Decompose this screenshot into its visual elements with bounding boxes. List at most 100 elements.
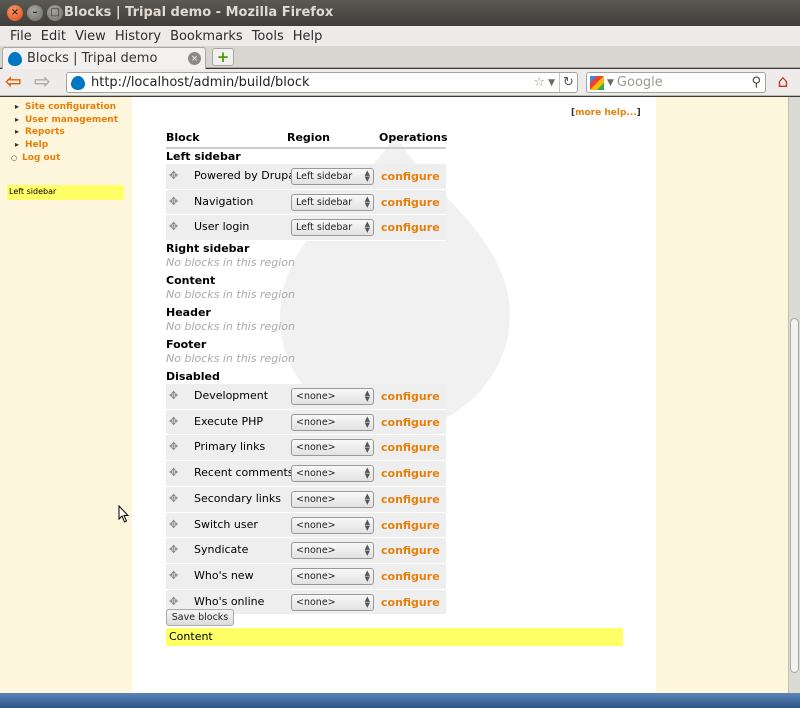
region-select[interactable]: <none> ▲ ▼ (291, 439, 374, 457)
region-select[interactable]: <none> ▲ ▼ (291, 413, 374, 431)
window-close-button[interactable]: × (7, 5, 23, 21)
url-input[interactable]: http://localhost/admin/build/block (91, 75, 533, 90)
spinner-arrows-icon: ▲ ▼ (364, 414, 370, 429)
region-title: Left sidebar (166, 150, 241, 163)
table-row: ✥ Secondary links <none> ▲ ▼ configure (166, 486, 446, 513)
tab-close-icon[interactable]: × (188, 52, 201, 65)
menu-edit[interactable]: Edit (37, 29, 70, 44)
menu-view[interactable]: View (71, 29, 110, 44)
region-select-value: <none> (296, 493, 336, 505)
configure-link[interactable]: configure (381, 493, 440, 506)
nav-help[interactable]: Help (15, 139, 118, 152)
configure-link[interactable]: configure (381, 170, 440, 183)
search-bar[interactable]: ▼ Google ⚲ (586, 72, 766, 93)
menu-tools[interactable]: Tools (248, 29, 288, 44)
region-select-value: <none> (296, 468, 336, 480)
region-title: Header (166, 306, 211, 320)
table-row: ✥ Navigation Left sidebar ▲ ▼ configure (166, 189, 446, 216)
configure-link[interactable]: configure (381, 221, 440, 234)
region-title: Content (166, 274, 216, 288)
drag-handle-icon[interactable]: ✥ (169, 169, 178, 182)
drag-handle-icon[interactable]: ✥ (169, 415, 178, 428)
block-name: Who's new (194, 568, 254, 582)
menu-help[interactable]: Help (289, 29, 327, 44)
reload-icon[interactable]: ↻ (559, 73, 577, 92)
search-engine-dropdown-icon[interactable]: ▼ (607, 78, 614, 88)
configure-link[interactable]: configure (381, 519, 440, 532)
region-select-value: <none> (296, 442, 336, 454)
configure-link[interactable]: configure (381, 196, 440, 209)
header-region: Region (287, 131, 330, 144)
spinner-arrows-icon: ▲ ▼ (364, 517, 370, 532)
search-input[interactable]: Google (617, 75, 752, 90)
new-tab-button[interactable]: + (212, 48, 234, 66)
nav-reports[interactable]: Reports (15, 126, 118, 139)
url-bar[interactable]: http://localhost/admin/build/block ☆ ▼ ↻ (66, 72, 578, 93)
region-title: Right sidebar (166, 242, 250, 256)
drag-handle-icon[interactable]: ✥ (169, 195, 178, 208)
scrollbar-thumb[interactable] (790, 318, 799, 673)
vertical-scrollbar[interactable] (788, 97, 800, 693)
table-header: Block Region Operations (166, 128, 448, 149)
table-row: ✥ Primary links <none> ▲ ▼ configure (166, 435, 446, 462)
region-select[interactable]: <none> ▲ ▼ (291, 490, 374, 508)
left-sidebar: Site configuration User management Repor… (0, 97, 132, 693)
desktop-taskbar (0, 693, 800, 708)
bookmark-star-icon[interactable]: ☆ (533, 75, 545, 90)
nav-site-configuration[interactable]: Site configuration (15, 101, 118, 114)
tab-strip: Blocks | Tripal demo × + (0, 46, 800, 69)
region-title: Footer (166, 338, 207, 352)
tab-blocks[interactable]: Blocks | Tripal demo × (2, 47, 206, 69)
drag-handle-icon[interactable]: ✥ (169, 518, 178, 531)
configure-link[interactable]: configure (381, 570, 440, 583)
forward-arrow-icon[interactable]: ⇨ (34, 71, 56, 92)
region-select[interactable]: <none> ▲ ▼ (291, 516, 374, 534)
more-help-label[interactable]: more help... (575, 108, 637, 118)
drag-handle-icon[interactable]: ✥ (169, 543, 178, 556)
menu-bookmarks[interactable]: Bookmarks (166, 29, 247, 44)
url-history-dropdown-icon[interactable]: ▼ (548, 78, 555, 88)
google-engine-icon[interactable] (590, 75, 604, 90)
mouse-cursor-icon (118, 505, 130, 523)
table-row: ✥ Execute PHP <none> ▲ ▼ configure (166, 409, 446, 436)
right-sidebar (656, 97, 788, 693)
menu-history[interactable]: History (111, 29, 165, 44)
configure-link[interactable]: configure (381, 416, 440, 429)
drag-handle-icon[interactable]: ✥ (169, 595, 178, 608)
region-select[interactable]: <none> ▲ ▼ (291, 567, 374, 585)
drag-handle-icon[interactable]: ✥ (169, 389, 178, 402)
save-blocks-button[interactable]: Save blocks (166, 609, 234, 626)
region-select[interactable]: <none> ▲ ▼ (291, 465, 374, 483)
drag-handle-icon[interactable]: ✥ (169, 440, 178, 453)
configure-link[interactable]: configure (381, 596, 440, 609)
home-icon[interactable]: ⌂ (772, 72, 794, 92)
configure-link[interactable]: configure (381, 441, 440, 454)
configure-link[interactable]: configure (381, 544, 440, 557)
region-select[interactable]: Left sidebar ▲ ▼ (291, 168, 374, 185)
menu-file[interactable]: File (6, 29, 36, 44)
nav-log-out[interactable]: Log out (10, 152, 118, 165)
window-minimize-button[interactable]: – (27, 5, 43, 21)
empty-region-message: No blocks in this region (166, 256, 295, 270)
window-maximize-button[interactable]: □ (47, 5, 63, 21)
site-identity-icon[interactable] (71, 75, 85, 90)
search-icon[interactable]: ⚲ (751, 75, 761, 90)
region-select[interactable]: <none> ▲ ▼ (291, 542, 374, 560)
more-help-link[interactable]: [more help...] (571, 108, 641, 118)
region-select[interactable]: Left sidebar ▲ ▼ (291, 219, 374, 237)
back-arrow-icon[interactable]: ⇦ (5, 71, 27, 92)
region-select[interactable]: Left sidebar ▲ ▼ (291, 193, 374, 211)
configure-link[interactable]: configure (381, 390, 440, 403)
window-titlebar: × – □ Blocks | Tripal demo - Mozilla Fir… (0, 0, 800, 26)
region-select[interactable]: <none> ▲ ▼ (291, 388, 374, 406)
drag-handle-icon[interactable]: ✥ (169, 492, 178, 505)
tab-label: Blocks | Tripal demo (27, 51, 158, 66)
region-select-value: Left sidebar (296, 222, 353, 234)
drag-handle-icon[interactable]: ✥ (169, 569, 178, 582)
region-select[interactable]: <none> ▲ ▼ (291, 593, 374, 611)
nav-user-management[interactable]: User management (15, 114, 118, 127)
drag-handle-icon[interactable]: ✥ (169, 220, 178, 233)
drag-handle-icon[interactable]: ✥ (169, 466, 178, 479)
table-row: ✥ Powered by Drupal Left sidebar ▲ ▼ confi… (166, 164, 446, 190)
configure-link[interactable]: configure (381, 467, 440, 480)
